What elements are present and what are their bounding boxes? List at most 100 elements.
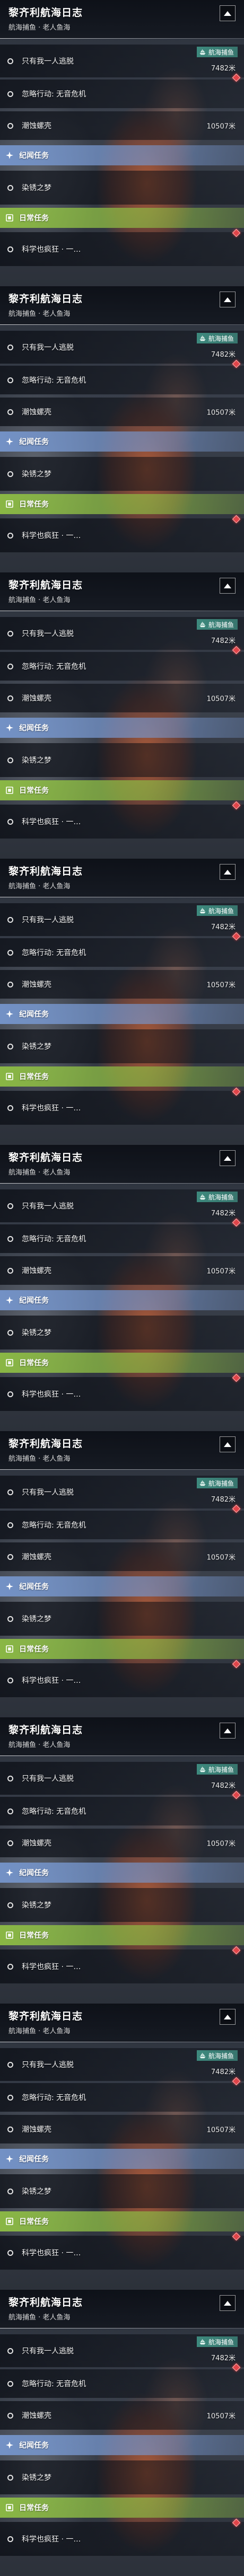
circle-bullet-icon — [7, 757, 13, 763]
daily-quest-icon — [5, 786, 14, 795]
section-title: 纪闻任务 — [19, 2441, 49, 2450]
quest-row[interactable]: 潮蚀螺壳 10507米 — [0, 2401, 244, 2430]
quest-row[interactable]: 染锈之梦 — [0, 1888, 244, 1922]
quest-row[interactable]: 忽略行动: 无音危机 — [0, 1511, 244, 1539]
section-title: 纪闻任务 — [19, 438, 49, 446]
quest-row[interactable]: 科学也疯狂 · 一… — [0, 805, 244, 839]
collapse-button[interactable] — [220, 1150, 236, 1166]
quest-row[interactable]: 潮蚀螺壳 10507米 — [0, 2115, 244, 2143]
section-header-lore-quest[interactable]: 纪闻任务 — [0, 1290, 244, 1310]
circle-bullet-icon — [7, 1489, 13, 1495]
quest-row[interactable]: 科学也疯狂 · 一… — [0, 2236, 244, 2270]
quest-row[interactable]: 潮蚀螺壳 10507米 — [0, 111, 244, 140]
quest-row[interactable]: 染锈之梦 — [0, 2174, 244, 2208]
quest-row[interactable]: 只有我一人逃脱 航海捕鱼 7482米 — [0, 617, 244, 650]
quest-label: 科学也疯狂 · 一… — [22, 1390, 81, 1399]
quest-row[interactable]: 科学也疯狂 · 一… — [0, 1377, 244, 1411]
section-header-daily-quest[interactable]: 日常任务 — [0, 1353, 244, 1373]
quest-row[interactable]: 只有我一人逃脱 航海捕鱼 7482米 — [0, 1476, 244, 1508]
circle-bullet-icon — [7, 2061, 13, 2068]
quest-row[interactable]: 潮蚀螺壳 10507米 — [0, 398, 244, 426]
quest-row[interactable]: 染锈之梦 — [0, 1602, 244, 1636]
quest-label: 只有我一人逃脱 — [22, 1488, 74, 1497]
quest-row[interactable]: 科学也疯狂 · 一… — [0, 1663, 244, 1697]
quest-row[interactable]: 只有我一人逃脱 航海捕鱼 7482米 — [0, 45, 244, 77]
circle-bullet-icon — [7, 1267, 13, 1274]
section-header-daily-quest[interactable]: 日常任务 — [0, 1925, 244, 1945]
quest-row[interactable]: 忽略行动: 无音危机 — [0, 80, 244, 108]
quest-row[interactable]: 科学也疯狂 · 一… — [0, 518, 244, 552]
quest-row[interactable]: 忽略行动: 无音危机 — [0, 2369, 244, 2398]
quest-row[interactable]: 只有我一人逃脱 航海捕鱼 7482米 — [0, 2048, 244, 2081]
circle-bullet-icon — [7, 1677, 13, 1683]
quest-row[interactable]: 忽略行动: 无音危机 — [0, 1224, 244, 1253]
circle-bullet-icon — [7, 2126, 13, 2132]
section-header-lore-quest[interactable]: 纪闻任务 — [0, 2149, 244, 2169]
quest-row[interactable]: 科学也疯狂 · 一… — [0, 2522, 244, 2556]
quest-row[interactable]: 只有我一人逃脱 航海捕鱼 7482米 — [0, 331, 244, 364]
quest-label: 忽略行动: 无音危机 — [22, 1521, 86, 1530]
panel-subtitle: 航海捕鱼 · 老人鱼海 — [8, 24, 71, 32]
quest-row[interactable]: 染锈之梦 — [0, 457, 244, 491]
section-header-daily-quest[interactable]: 日常任务 — [0, 494, 244, 514]
section-header-lore-quest[interactable]: 纪闻任务 — [0, 431, 244, 452]
ship-icon — [199, 1479, 206, 1487]
quest-row[interactable]: 染锈之梦 — [0, 1316, 244, 1349]
quest-row[interactable]: 只有我一人逃脱 航海捕鱼 7482米 — [0, 903, 244, 936]
collapse-button[interactable] — [220, 2009, 236, 2025]
quest-row[interactable]: 潮蚀螺壳 10507米 — [0, 1829, 244, 1857]
section-header-lore-quest[interactable]: 纪闻任务 — [0, 1576, 244, 1596]
section-header-daily-quest[interactable]: 日常任务 — [0, 1639, 244, 1659]
quest-row[interactable]: 染锈之梦 — [0, 2460, 244, 2494]
quest-row[interactable]: 科学也疯狂 · 一… — [0, 1091, 244, 1125]
collapse-icon — [224, 11, 231, 16]
quest-row[interactable]: 忽略行动: 无音危机 — [0, 366, 244, 394]
collapse-button[interactable] — [220, 292, 236, 307]
quest-row[interactable]: 只有我一人逃脱 航海捕鱼 7482米 — [0, 2334, 244, 2367]
section-header-lore-quest[interactable]: 纪闻任务 — [0, 718, 244, 738]
quest-distance: 7482米 — [211, 351, 236, 359]
panel-header: 黎齐利航海日志 航海捕鱼 · 老人鱼海 — [0, 1431, 244, 1469]
quest-row[interactable]: 潮蚀螺壳 10507米 — [0, 970, 244, 999]
section-header-daily-quest[interactable]: 日常任务 — [0, 2211, 244, 2231]
quest-label: 科学也疯狂 · 一… — [22, 2535, 81, 2544]
quest-row[interactable]: 潮蚀螺壳 10507米 — [0, 1542, 244, 1571]
quest-distance: 10507米 — [206, 2126, 236, 2134]
panel-title: 黎齐利航海日志 — [8, 1152, 83, 1163]
quest-label: 只有我一人逃脱 — [22, 1202, 74, 1211]
quest-row[interactable]: 染锈之梦 — [0, 743, 244, 777]
collapse-button[interactable] — [220, 578, 236, 594]
quest-row[interactable]: 忽略行动: 无音危机 — [0, 2083, 244, 2112]
quest-row[interactable]: 潮蚀螺壳 10507米 — [0, 1256, 244, 1285]
section-header-lore-quest[interactable]: 纪闻任务 — [0, 1004, 244, 1024]
quest-row[interactable]: 科学也疯狂 · 一… — [0, 1949, 244, 1983]
header-divider — [0, 1183, 244, 1184]
quest-row[interactable]: 潮蚀螺壳 10507米 — [0, 684, 244, 712]
collapse-button[interactable] — [220, 5, 236, 21]
collapse-button[interactable] — [220, 1723, 236, 1739]
quest-row[interactable]: 忽略行动: 无音危机 — [0, 1797, 244, 1825]
quest-log-panel: 黎齐利航海日志 航海捕鱼 · 老人鱼海 只有我一人逃脱 航海捕鱼 7482米 忽略行动: … — [0, 1431, 244, 1717]
quest-row[interactable]: 忽略行动: 无音危机 — [0, 652, 244, 681]
section-header-daily-quest[interactable]: 日常任务 — [0, 2498, 244, 2518]
section-header-lore-quest[interactable]: 纪闻任务 — [0, 1863, 244, 1883]
quest-row[interactable]: 忽略行动: 无音危机 — [0, 938, 244, 967]
section-header-lore-quest[interactable]: 纪闻任务 — [0, 2435, 244, 2455]
ship-icon — [199, 1766, 206, 1773]
quest-row[interactable]: 只有我一人逃脱 航海捕鱼 7482米 — [0, 1762, 244, 1795]
collapse-button[interactable] — [220, 864, 236, 880]
collapse-button[interactable] — [220, 2295, 236, 2311]
section-header-daily-quest[interactable]: 日常任务 — [0, 208, 244, 228]
circle-bullet-icon — [7, 916, 13, 923]
section-header-lore-quest[interactable]: 纪闻任务 — [0, 145, 244, 165]
quest-row[interactable]: 只有我一人逃脱 航海捕鱼 7482米 — [0, 1189, 244, 1222]
region-badge-label: 航海捕鱼 — [208, 48, 234, 56]
quest-row[interactable]: 染锈之梦 — [0, 1029, 244, 1063]
circle-bullet-icon — [7, 1775, 13, 1781]
section-header-daily-quest[interactable]: 日常任务 — [0, 1066, 244, 1087]
quest-row[interactable]: 染锈之梦 — [0, 171, 244, 205]
collapse-button[interactable] — [220, 1436, 236, 1452]
quest-row[interactable]: 科学也疯狂 · 一… — [0, 232, 244, 266]
region-badge-label: 航海捕鱼 — [208, 1479, 234, 1487]
section-header-daily-quest[interactable]: 日常任务 — [0, 780, 244, 800]
